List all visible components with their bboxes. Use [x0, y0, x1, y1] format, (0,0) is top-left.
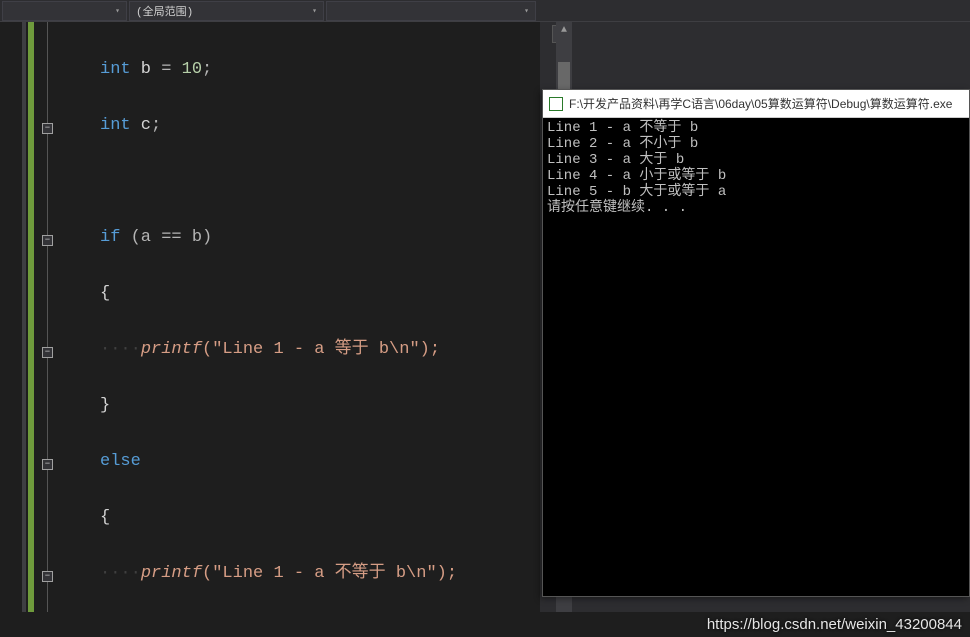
console-title-text: F:\开发产品资料\再学C语言\06day\05算数运算符\Debug\算数运算… — [569, 95, 952, 112]
chevron-down-icon: ▾ — [312, 6, 317, 16]
fold-column: − − − − − — [40, 22, 60, 612]
fold-toggle-icon[interactable]: − — [42, 347, 53, 358]
code-text[interactable]: int b = 10; int c; if (a == b) { ····pri… — [60, 22, 540, 612]
console-output: Line 1 - a 不等于 b Line 2 - a 不小于 b Line 3… — [543, 118, 969, 218]
margin-bar — [22, 22, 26, 612]
code-editor[interactable]: − − − − − int b = 10; int c; if (a == b)… — [0, 22, 540, 612]
scroll-up-icon[interactable]: ▲ — [556, 22, 572, 38]
fold-toggle-icon[interactable]: − — [42, 571, 53, 582]
console-window: F:\开发产品资料\再学C语言\06day\05算数运算符\Debug\算数运算… — [542, 89, 970, 597]
scope-dropdown-1[interactable]: ▾ — [2, 1, 127, 21]
watermark-text: https://blog.csdn.net/weixin_43200844 — [707, 616, 962, 633]
fold-toggle-icon[interactable]: − — [42, 235, 53, 246]
dropdown2-label: (全局范围) — [136, 3, 193, 19]
editor-gutter: − − − − − — [0, 22, 60, 612]
app-icon — [549, 97, 563, 111]
navigation-bar: ▾ (全局范围) ▾ ▾ — [0, 0, 970, 22]
fold-guide-line — [47, 22, 48, 612]
member-dropdown[interactable]: ▾ — [326, 1, 536, 21]
chevron-down-icon: ▾ — [115, 6, 120, 16]
fold-toggle-icon[interactable]: − — [42, 123, 53, 134]
fold-toggle-icon[interactable]: − — [42, 459, 53, 470]
chevron-down-icon: ▾ — [524, 6, 529, 16]
change-indicator — [28, 22, 34, 612]
console-titlebar[interactable]: F:\开发产品资料\再学C语言\06day\05算数运算符\Debug\算数运算… — [543, 90, 969, 118]
scope-dropdown-2[interactable]: (全局范围) ▾ — [129, 1, 324, 21]
